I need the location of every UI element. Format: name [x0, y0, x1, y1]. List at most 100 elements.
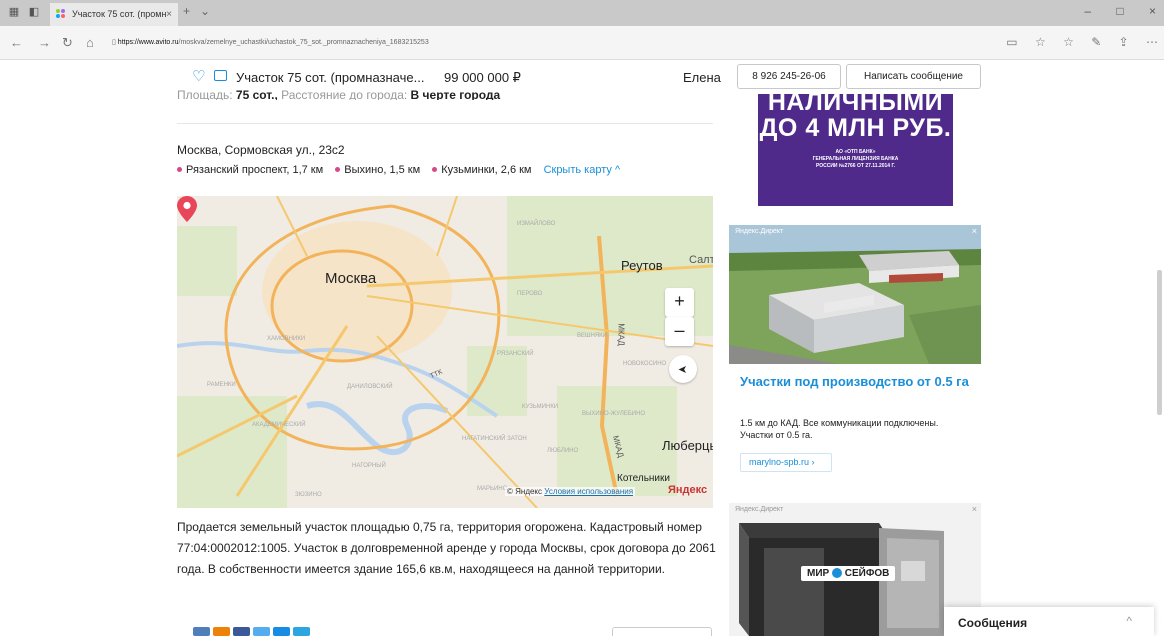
distance-label: Расстояние до города: [281, 89, 408, 100]
metro-station: Выхино, 1,5 км [335, 164, 420, 176]
safes-logo-left: МИР [807, 568, 830, 579]
url-host: https://www.avito.ru [117, 39, 179, 46]
share-mailru-icon[interactable] [273, 627, 290, 636]
navigation-arrow-icon: ➤ [678, 363, 688, 375]
ad-site-label: marylno-spb.ru [749, 457, 810, 467]
map-district-label: НАГАТИНСКИЙ ЗАТОН [462, 436, 527, 442]
map-copyright: © Яндекс Условия использования [505, 487, 636, 496]
terms-link[interactable]: Условия использования [544, 487, 633, 496]
report-button[interactable] [612, 627, 712, 636]
map-district-label: КУЗЬМИНКИ [522, 404, 559, 410]
map-district-label: АКАДЕМИЧЕСКИЙ [252, 422, 306, 428]
back-icon[interactable]: ← [10, 35, 23, 50]
map-label-lyubertsy: Люберцы [662, 438, 713, 453]
ad-headline[interactable]: Участки под производство от 0.5 га [740, 373, 970, 390]
share-icon[interactable]: ⇪ [1119, 35, 1129, 49]
favorite-star-icon[interactable]: ☆ [1035, 35, 1046, 49]
page-scrollbar[interactable] [1157, 270, 1162, 415]
metro-station-name: Кузьминки, 2,6 км [441, 164, 532, 176]
phone-button[interactable]: 8 926 245-26-06 [737, 64, 841, 89]
factory-illustration [729, 225, 981, 364]
map-district-label: ИЗМАЙЛОВО [517, 221, 556, 227]
zoom-out-button[interactable]: – [665, 317, 694, 346]
ad-headline: ДО 4 МЛН РУБ. [759, 114, 952, 142]
listing-description: Продается земельный участок площадью 0,7… [177, 520, 716, 576]
seller-name[interactable]: Елена [683, 70, 721, 85]
write-message-button[interactable]: Написать сообщение [846, 64, 981, 89]
listing-price: 99 000 000 ₽ [444, 70, 521, 85]
copyright-text: © Яндекс [507, 487, 543, 496]
minimize-button[interactable]: – [1084, 4, 1091, 18]
ad-fine-line: АО «ОТП БАНК» [835, 149, 876, 155]
map-district-label: РАМЕНКИ [207, 382, 236, 388]
metro-dot-icon [335, 167, 341, 173]
address-bar: ← → ↻ ⌂ ▯ https://www.avito.ru/moskva/ze… [0, 26, 1164, 60]
map-district-label: ЗЮЗИНО [295, 492, 322, 498]
geolocate-button[interactable]: ➤ [669, 355, 697, 383]
hide-map-link[interactable]: Скрыть карту ^ [544, 164, 621, 176]
refresh-icon[interactable]: ↻ [62, 35, 73, 51]
share-facebook-icon[interactable] [233, 627, 250, 636]
messages-panel[interactable]: Сообщения ^ [944, 607, 1154, 636]
ad-headline: НАЛИЧНЫМИ [767, 94, 944, 116]
metro-station: Рязанский проспект, 1,7 км [177, 164, 323, 176]
forward-icon[interactable]: → [38, 35, 51, 50]
browser-titlebar: ▦ ◧ Участок 75 сот. (промн × + ⌄ – □ × [0, 0, 1164, 26]
metro-station: Кузьминки, 2,6 км [432, 164, 532, 176]
safes-logo: МИР СЕЙФОВ [801, 566, 896, 581]
new-tab-button[interactable]: + [183, 4, 190, 18]
tab-close-icon[interactable]: × [166, 3, 172, 26]
safe-dial-icon [831, 568, 842, 579]
browser-tab[interactable]: Участок 75 сот. (промн × [50, 3, 178, 26]
map[interactable]: Москва Реутов Салт Люберцы Котельники МК… [177, 196, 713, 508]
divider [177, 123, 713, 124]
share-twitter-icon[interactable] [253, 627, 270, 636]
distance-value: В черте города [410, 89, 501, 100]
location-pin-icon[interactable] [177, 196, 197, 222]
reading-view-icon[interactable]: ▭ [1006, 35, 1017, 49]
map-district-label: ПЕРОВО [517, 291, 543, 297]
ad-fine-line: РОССИИ №2766 ОТ 27.11.2014 Г. [815, 163, 896, 169]
map-district-label: НОВОКОСИНО [623, 361, 667, 367]
tab-preview-icon[interactable]: ◧ [26, 5, 42, 19]
tab-dropdown-icon[interactable]: ⌄ [200, 4, 210, 18]
ad-text: 1.5 км до КАД. Все коммуникации подключе… [740, 418, 939, 440]
close-icon[interactable]: × [972, 504, 977, 514]
metro-station-name: Рязанский проспект, 1,7 км [186, 164, 324, 176]
pen-icon[interactable]: ✎ [1091, 35, 1101, 49]
listing-address: Москва, Сормовская ул., 23с2 [177, 143, 345, 157]
direct-ad-card[interactable]: Яндекс.Директ × Участки под производство… [729, 225, 981, 487]
listing-title[interactable]: Участок 75 сот. (промназначе... [236, 70, 424, 85]
window-menu-icon[interactable]: ▦ [6, 5, 22, 19]
share-telegram-icon[interactable] [293, 627, 310, 636]
share-ok-icon[interactable] [213, 627, 230, 636]
close-icon[interactable]: × [972, 226, 977, 236]
map-district-label: ВЕШНЯКИ [577, 333, 607, 339]
metro-dot-icon [432, 167, 438, 173]
bank-ad-banner[interactable]: НАЛИЧНЫМИ ДО 4 МЛН РУБ. АО «ОТП БАНК» ГЕ… [758, 94, 953, 206]
share-vk-icon[interactable] [193, 627, 210, 636]
map-district-label: ВЫХИНО-ЖУЛЕБИНО [582, 411, 646, 417]
more-icon[interactable]: ⋯ [1146, 35, 1158, 49]
map-label-mkad: МКАД [616, 323, 626, 346]
safes-logo-right: СЕЙФОВ [844, 568, 890, 579]
messages-label: Сообщения [958, 616, 1028, 630]
yandex-logo[interactable]: Яндекс [668, 484, 707, 496]
map-label-moskva: Москва [325, 270, 377, 287]
favorites-hub-icon[interactable]: ☆ [1063, 35, 1074, 49]
url-path: /moskva/zemelnye_uchastki/uchastok_75_so… [178, 39, 429, 46]
metro-station-name: Выхино, 1,5 км [344, 164, 421, 176]
ad-site-link[interactable]: marylno-spb.ru › [740, 453, 832, 472]
maximize-button[interactable]: □ [1116, 4, 1123, 18]
url-field[interactable]: ▯ https://www.avito.ru/moskva/zemelnye_u… [112, 35, 1032, 51]
note-icon[interactable] [214, 70, 227, 81]
zoom-in-button[interactable]: + [665, 288, 694, 317]
close-window-button[interactable]: × [1149, 4, 1156, 18]
home-icon[interactable]: ⌂ [86, 35, 94, 50]
area-label: Площадь: [177, 89, 233, 100]
chevron-up-icon: ^ [614, 164, 621, 176]
ad-source-label: Яндекс.Директ [735, 506, 784, 513]
favorite-heart-icon[interactable]: ♡ [192, 67, 205, 85]
map-district-label: НАГОРНЫЙ [352, 463, 386, 469]
chevron-up-icon[interactable]: ^ [1126, 614, 1132, 628]
